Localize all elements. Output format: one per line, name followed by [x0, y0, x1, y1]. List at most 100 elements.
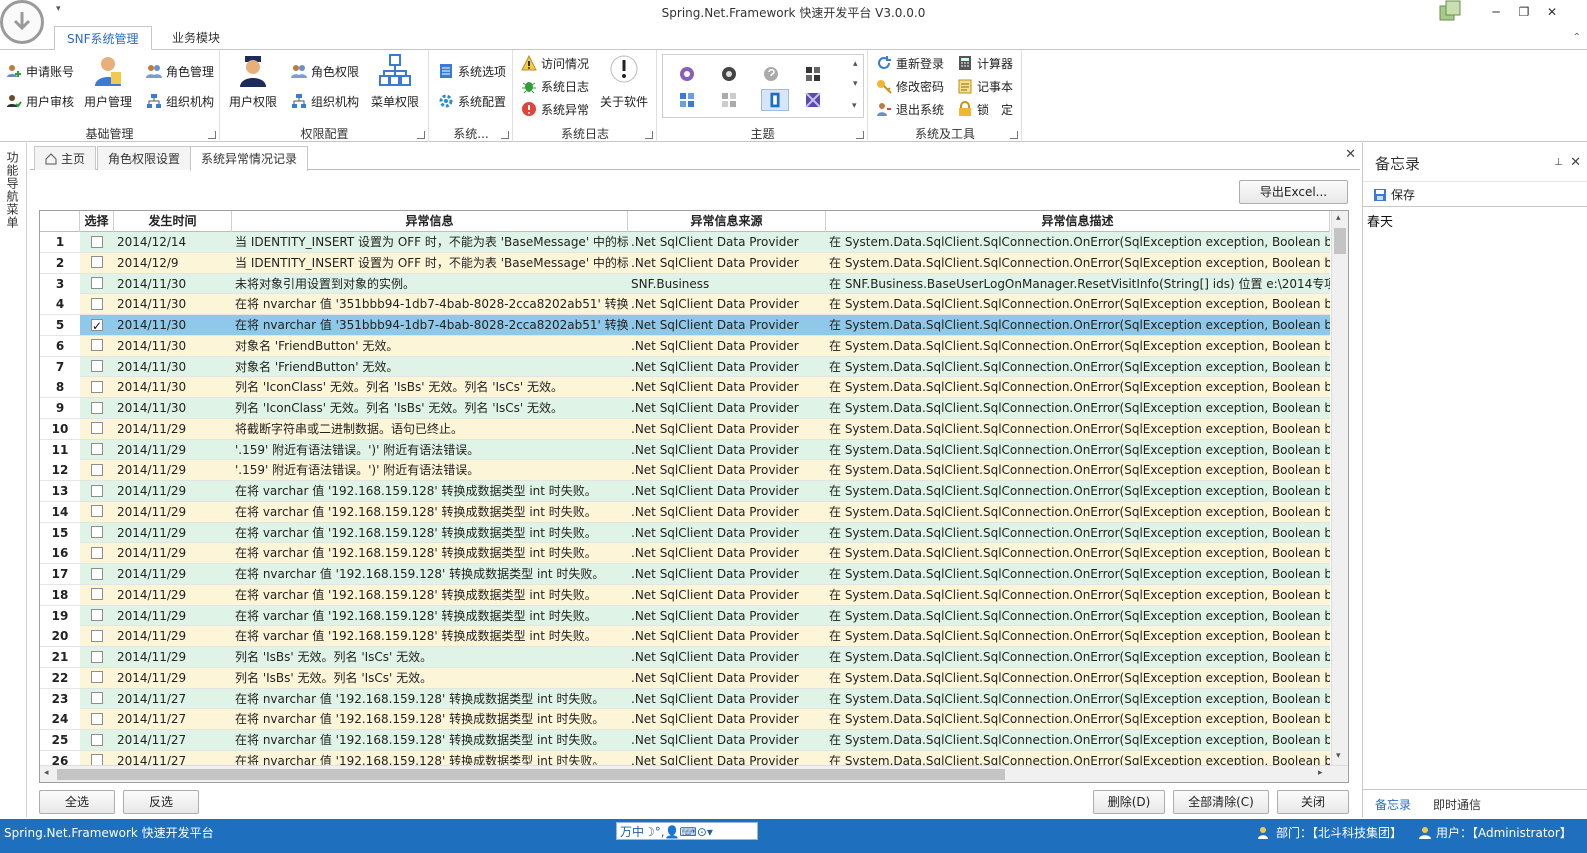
select-checkbox[interactable]: [91, 360, 103, 372]
group-launcher-icon[interactable]: [856, 131, 864, 139]
select-checkbox[interactable]: [91, 650, 103, 663]
group-launcher-icon[interactable]: [501, 131, 509, 139]
table-row[interactable]: 7 2014/11/30 对象名 'FriendButton' 无效。 .Net Sq…: [40, 356, 1330, 378]
group-launcher-icon[interactable]: [417, 131, 425, 139]
tab-business-modules[interactable]: 业务模块: [160, 26, 232, 50]
relogin-button[interactable]: 重新登录: [876, 52, 944, 74]
row-checkbox[interactable]: [80, 253, 114, 273]
table-row[interactable]: 15 2014/11/29 在将 varchar 值 '192.168.159.12…: [40, 522, 1330, 544]
table-row[interactable]: 16 2014/11/29 在将 varchar 值 '192.168.159.12…: [40, 543, 1330, 564]
logout-button[interactable]: 退出系统: [876, 98, 944, 120]
table-row[interactable]: 6 2014/11/30 对象名 'FriendButton' 无效。 .Net Sq…: [40, 335, 1330, 357]
scroll-up-icon[interactable]: ▴: [1336, 213, 1341, 223]
theme-metro-icon[interactable]: [803, 91, 823, 109]
row-checkbox[interactable]: [80, 274, 114, 294]
close-tab-icon[interactable]: ✕: [1345, 147, 1356, 162]
select-checkbox[interactable]: [91, 609, 103, 621]
table-row[interactable]: 17 2014/11/29 在将 nvarchar 值 '192.168.159.1…: [40, 564, 1330, 585]
row-checkbox[interactable]: [80, 647, 114, 667]
delete-all-button[interactable]: 全部清除(C): [1173, 790, 1269, 814]
org-button[interactable]: 组织机构: [146, 90, 214, 112]
close-button[interactable]: 关闭: [1277, 790, 1349, 814]
select-all-button[interactable]: 全选: [39, 790, 115, 814]
select-checkbox[interactable]: [91, 588, 103, 601]
col-description[interactable]: 异常信息描述: [826, 211, 1330, 232]
user-review-button[interactable]: 用户审核: [6, 90, 74, 112]
visits-button[interactable]: 访问情况: [521, 52, 589, 74]
apply-account-button[interactable]: 申请账号: [6, 60, 74, 82]
skin-icon[interactable]: [1438, 0, 1462, 22]
row-checkbox[interactable]: [80, 606, 114, 626]
memo-save-button[interactable]: 保存: [1373, 186, 1415, 203]
table-row[interactable]: 2 2014/12/9 当 IDENTITY_INSERT 设置为 OFF 时，不能…: [40, 252, 1330, 274]
row-checkbox[interactable]: [80, 626, 114, 646]
select-checkbox[interactable]: [91, 277, 103, 289]
table-row[interactable]: 22 2014/11/29 列名 'IsBs' 无效。列名 'IsCs' 无效。 .N…: [40, 667, 1330, 689]
table-row[interactable]: 14 2014/11/29 在将 varchar 值 '192.168.159.12…: [40, 501, 1330, 523]
row-checkbox[interactable]: [80, 564, 114, 584]
select-checkbox[interactable]: [91, 380, 103, 393]
select-checkbox[interactable]: [91, 297, 103, 310]
theme-vs-purple-icon[interactable]: [677, 65, 697, 83]
table-row[interactable]: 13 2014/11/29 在将 varchar 值 '192.168.159.12…: [40, 481, 1330, 502]
syslog-button[interactable]: 系统日志: [521, 75, 589, 97]
notepad-button[interactable]: 记事本: [957, 75, 1013, 97]
user-permission-button[interactable]: 用户权限: [229, 54, 277, 110]
group-launcher-icon[interactable]: [208, 131, 216, 139]
row-checkbox[interactable]: [80, 460, 114, 480]
table-row[interactable]: 8 2014/11/30 列名 'IconClass' 无效。列名 'IsBs' 无…: [40, 377, 1330, 398]
memo-textarea[interactable]: 春天: [1367, 211, 1393, 230]
ime-toolbar[interactable]: 万中☽°,👤⌨⊙▾: [616, 822, 758, 840]
system-config-button[interactable]: 系统配置: [438, 90, 506, 112]
table-row[interactable]: 11 2014/11/29 '.159' 附近有语法错误。')' 附近有语法错误。.…: [40, 439, 1330, 461]
select-checkbox[interactable]: [91, 339, 103, 352]
horizontal-scrollbar[interactable]: ◂ ▸: [40, 765, 1348, 782]
horizontal-scroll-thumb[interactable]: [57, 769, 1005, 780]
row-checkbox[interactable]: [80, 543, 114, 563]
about-button[interactable]: 关于软件: [600, 54, 648, 110]
row-checkbox[interactable]: [80, 502, 114, 522]
theme-tiles-dark-icon[interactable]: [803, 65, 823, 83]
theme-help-icon[interactable]: [761, 65, 781, 83]
user-manage-button[interactable]: 用户管理: [84, 54, 132, 110]
row-checkbox[interactable]: [80, 336, 114, 356]
select-checkbox[interactable]: [91, 484, 103, 497]
vertical-scrollbar[interactable]: ▴ ▾: [1331, 211, 1348, 766]
change-password-button[interactable]: 修改密码: [876, 75, 944, 97]
table-row[interactable]: 18 2014/11/29 在将 varchar 值 '192.168.159.12…: [40, 584, 1330, 606]
table-row[interactable]: 23 2014/11/27 在将 nvarchar 值 '192.168.159.1…: [40, 688, 1330, 710]
gallery-up-icon[interactable]: ▴: [853, 59, 858, 69]
tab-instant-messaging[interactable]: 即时通信: [1433, 796, 1481, 813]
group-launcher-icon[interactable]: [645, 131, 653, 139]
memo-close-icon[interactable]: ✕: [1570, 155, 1581, 170]
row-checkbox[interactable]: [80, 440, 114, 460]
exceptions-button[interactable]: 系统异常: [521, 98, 589, 120]
table-row[interactable]: 12 2014/11/29 '.159' 附近有语法错误。')' 附近有语法错误。.…: [40, 460, 1330, 481]
system-options-button[interactable]: 系统选项: [438, 60, 506, 82]
select-checkbox[interactable]: [91, 546, 103, 559]
org-permission-button[interactable]: 组织机构: [291, 90, 359, 112]
table-row[interactable]: 9 2014/11/30 列名 'IconClass' 无效。列名 'IsBs' 无…: [40, 398, 1330, 419]
tab-exception-log[interactable]: 系统异常情况记录: [190, 146, 309, 171]
ribbon-collapse-icon[interactable]: ⌃: [1573, 32, 1581, 43]
table-row[interactable]: 1 2014/12/14 当 IDENTITY_INSERT 设置为 OFF 时，不…: [40, 232, 1330, 253]
tab-snf-system[interactable]: SNF系统管理: [54, 26, 152, 50]
invert-selection-button[interactable]: 反选: [123, 790, 199, 814]
table-row[interactable]: 20 2014/11/29 在将 varchar 值 '192.168.159.12…: [40, 626, 1330, 647]
theme-tiles-gray-icon[interactable]: [719, 91, 739, 109]
select-checkbox[interactable]: [91, 733, 103, 746]
select-checkbox[interactable]: [91, 463, 103, 476]
col-select[interactable]: 选择: [80, 211, 114, 232]
menu-permission-button[interactable]: 菜单权限: [371, 54, 419, 110]
close-window-button[interactable]: ✕: [1541, 2, 1563, 22]
scroll-down-icon[interactable]: ▾: [1336, 751, 1341, 761]
select-checkbox[interactable]: [91, 443, 103, 455]
table-row[interactable]: 4 2014/11/30 在将 nvarchar 值 '351bbb94-1db7-…: [40, 294, 1330, 315]
select-checkbox[interactable]: [91, 629, 103, 642]
row-checkbox[interactable]: [80, 481, 114, 501]
calculator-button[interactable]: 计算器: [957, 52, 1013, 74]
scroll-right-icon[interactable]: ▸: [1318, 768, 1323, 778]
select-checkbox[interactable]: [91, 401, 103, 414]
select-checkbox[interactable]: [91, 235, 103, 248]
theme-tiles-blue-icon[interactable]: [677, 91, 697, 109]
